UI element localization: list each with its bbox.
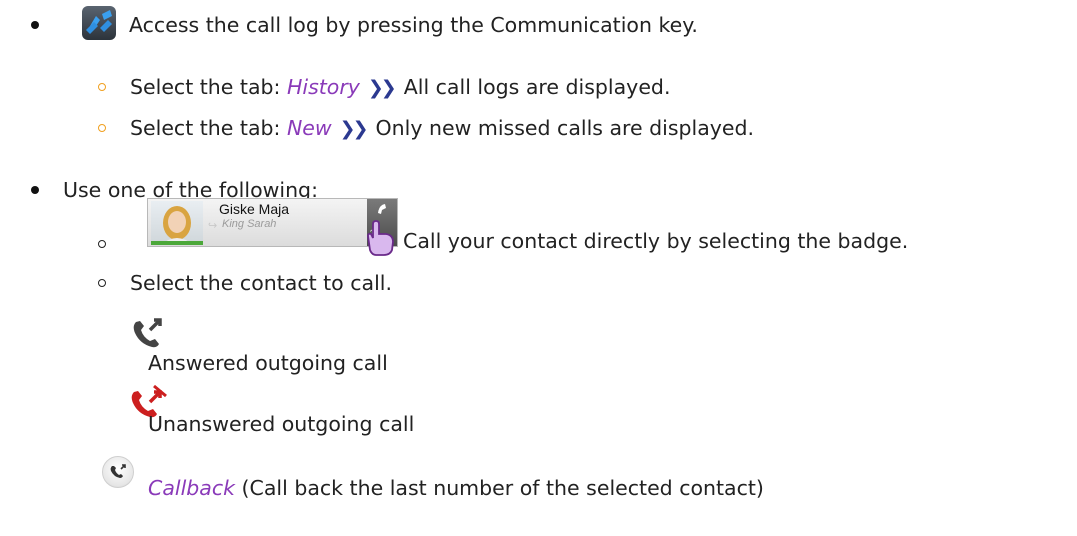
new-result: Only new missed calls are displayed. bbox=[375, 116, 755, 140]
history-line: Select the tab: History ❯❯ All call logs a… bbox=[130, 74, 670, 101]
sub-bullet bbox=[98, 240, 106, 248]
badge-name: Giske Maja bbox=[219, 201, 290, 217]
legend-answered-label: Answered outgoing call bbox=[148, 351, 388, 375]
answered-outgoing-call-icon bbox=[133, 318, 162, 348]
callback-line: Callback (Call back the last number of t… bbox=[148, 475, 764, 501]
select-contact-text: Select the contact to call. bbox=[130, 271, 392, 295]
callback-label: Callback bbox=[148, 476, 235, 500]
callback-icon bbox=[102, 456, 134, 488]
callback-description: (Call back the last number of the select… bbox=[241, 476, 764, 500]
step1-text: Access the call log by pressing the Comm… bbox=[129, 13, 698, 37]
avatar bbox=[151, 201, 203, 245]
legend-unanswered-label: Unanswered outgoing call bbox=[148, 412, 415, 436]
presence-bar bbox=[151, 241, 203, 245]
badge-sub: King Sarah bbox=[222, 218, 277, 230]
sub-bullet bbox=[98, 124, 106, 132]
sub-prefix: Select the tab: bbox=[130, 116, 287, 140]
chevron-right-icon: ❯❯ bbox=[339, 118, 369, 140]
history-tab-label: History bbox=[286, 75, 360, 99]
badge-text: Call your contact directly by selecting … bbox=[403, 229, 909, 253]
new-line: Select the tab: New ❯❯ Only new missed cal… bbox=[130, 115, 754, 142]
history-result: All call logs are displayed. bbox=[403, 75, 671, 99]
sub-bullet bbox=[98, 83, 106, 91]
new-tab-label: New bbox=[286, 116, 332, 140]
forward-arrow-icon: ↪ bbox=[208, 219, 218, 232]
sub-bullet bbox=[98, 279, 106, 287]
bullet bbox=[31, 186, 39, 194]
bullet bbox=[31, 21, 39, 29]
chevron-right-icon: ❯❯ bbox=[367, 77, 397, 99]
sub-prefix: Select the tab: bbox=[130, 75, 287, 99]
communication-key-icon bbox=[82, 6, 116, 40]
hand-pointer-icon bbox=[367, 220, 394, 256]
